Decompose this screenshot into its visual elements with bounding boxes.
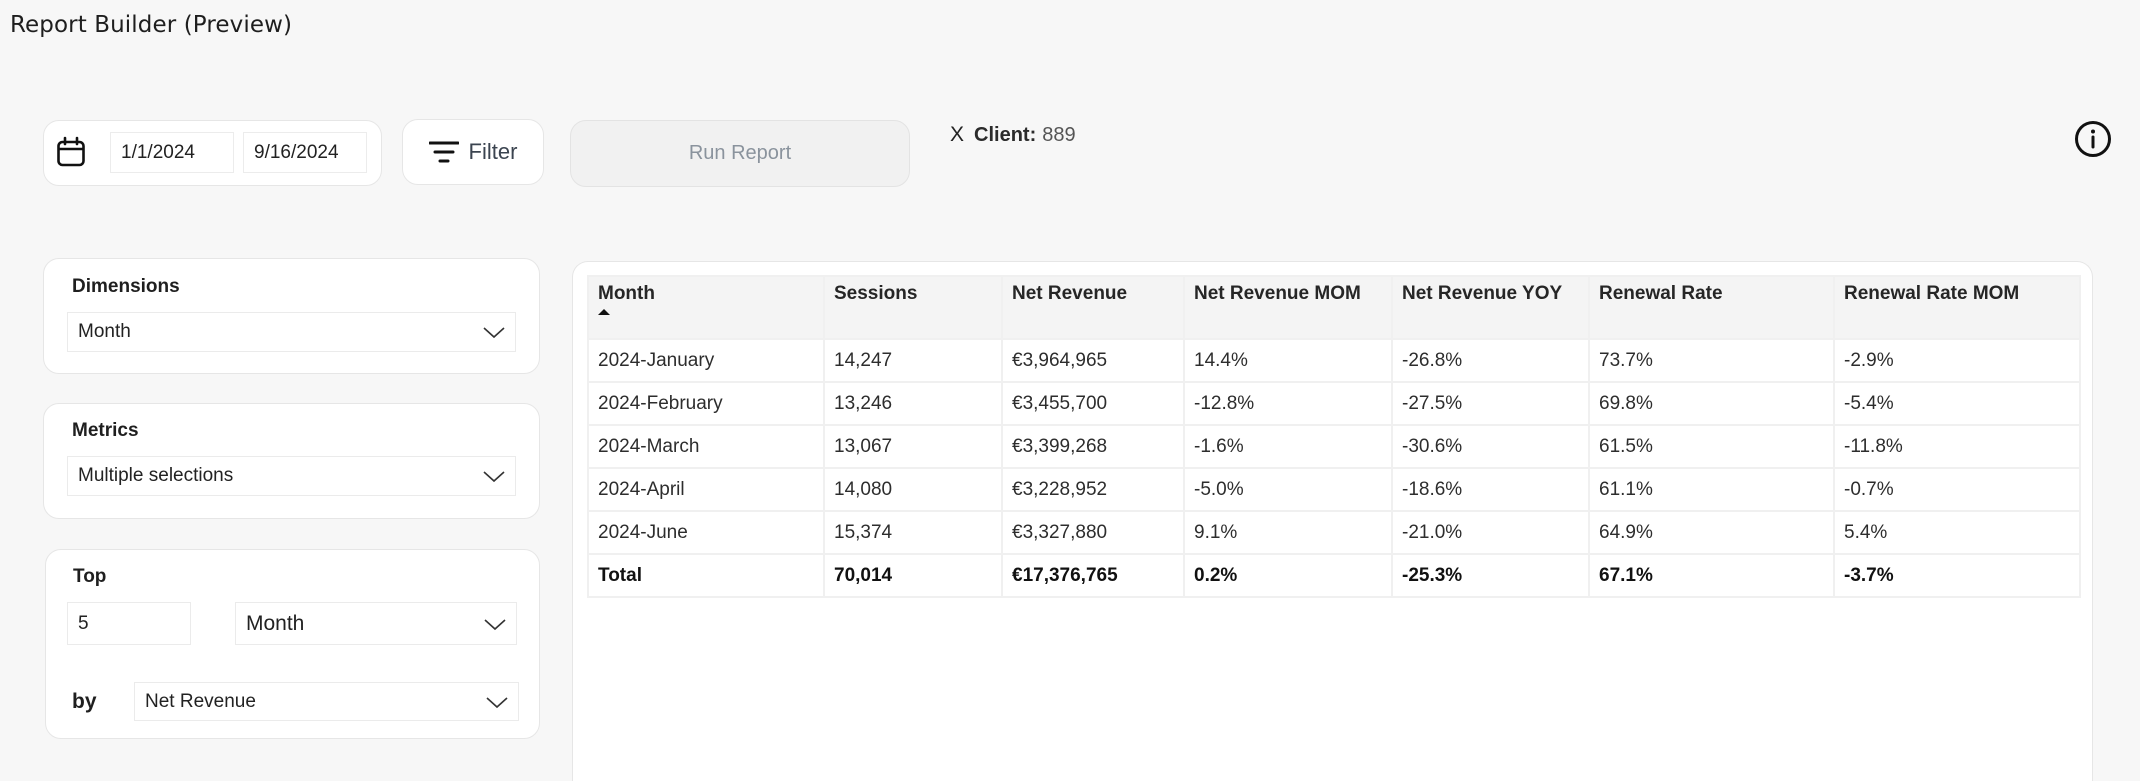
dimensions-selected-value: Month xyxy=(78,321,131,342)
table-row: 2024-February 13,246 €3,455,700 -12.8% -27.5… xyxy=(587,381,2081,426)
table-cell: 9.1% xyxy=(1183,510,1393,555)
filter-icon xyxy=(428,141,459,163)
table-cell: 2024-February xyxy=(587,381,825,426)
table-cell: -27.5% xyxy=(1391,381,1590,426)
filter-label: Filter xyxy=(468,139,518,164)
table-row: 2024-March 13,067 €3,399,268 -1.6% -30.6% 61.… xyxy=(587,424,2081,469)
table-cell: Total xyxy=(587,553,825,598)
client-filter-label: Client: xyxy=(974,123,1037,146)
table-cell: 14.4% xyxy=(1183,338,1393,383)
table-cell: €3,327,880 xyxy=(1001,510,1185,555)
calendar-icon[interactable] xyxy=(56,136,86,168)
table-cell: -25.3% xyxy=(1391,553,1590,598)
table-header-row: Month Sessions Net Revenue Net Revenue M… xyxy=(587,275,2081,340)
table-cell: 69.8% xyxy=(1588,381,1835,426)
table-cell: -11.8% xyxy=(1833,424,2081,469)
column-header-renewal-rate-mom[interactable]: Renewal Rate MOM xyxy=(1833,275,2081,340)
table-cell: -26.8% xyxy=(1391,338,1590,383)
chevron-down-icon xyxy=(486,696,508,708)
client-filter-value: 889 xyxy=(1042,123,1076,146)
table-row: 2024-April 14,080 €3,228,952 -5.0% -18.6% 61.… xyxy=(587,467,2081,512)
table-cell: -3.7% xyxy=(1833,553,2081,598)
table-cell: -2.9% xyxy=(1833,338,2081,383)
table-cell: -5.0% xyxy=(1183,467,1393,512)
table-cell: 13,246 xyxy=(823,381,1003,426)
column-header-month[interactable]: Month xyxy=(587,275,825,340)
filter-button[interactable]: Filter xyxy=(402,119,544,185)
top-label: Top xyxy=(73,566,107,587)
table-cell: €17,376,765 xyxy=(1001,553,1185,598)
top-n-dimension-value: Month xyxy=(246,611,305,635)
remove-client-filter-button[interactable]: X xyxy=(950,123,964,147)
report-table: Month Sessions Net Revenue Net Revenue M… xyxy=(587,275,2081,598)
table-cell: 70,014 xyxy=(823,553,1003,598)
table-cell: 15,374 xyxy=(823,510,1003,555)
column-header-sessions[interactable]: Sessions xyxy=(823,275,1003,340)
top-n-metric-value: Net Revenue xyxy=(145,690,256,712)
client-filter-chip: X Client: 889 xyxy=(950,123,1076,147)
table-cell: 14,080 xyxy=(823,467,1003,512)
table-cell: -18.6% xyxy=(1391,467,1590,512)
end-date-input[interactable] xyxy=(243,132,367,173)
table-cell: -0.7% xyxy=(1833,467,2081,512)
metrics-selected-value: Multiple selections xyxy=(78,465,234,486)
column-header-renewal-rate[interactable]: Renewal Rate xyxy=(1588,275,1835,340)
table-cell: €3,455,700 xyxy=(1001,381,1185,426)
table-cell: €3,399,268 xyxy=(1001,424,1185,469)
start-date-input[interactable] xyxy=(110,132,234,173)
table-cell: €3,964,965 xyxy=(1001,338,1185,383)
dimensions-label: Dimensions xyxy=(72,276,180,297)
metrics-label: Metrics xyxy=(72,420,139,441)
dimensions-select[interactable]: Month xyxy=(67,312,516,352)
table-total-row: Total 70,014 €17,376,765 0.2% -25.3% 67.1% -3.… xyxy=(587,553,2081,598)
page-title: Report Builder (Preview) xyxy=(10,12,293,38)
table-cell: 13,067 xyxy=(823,424,1003,469)
metrics-select[interactable]: Multiple selections xyxy=(67,456,516,496)
column-header-net-revenue-yoy[interactable]: Net Revenue YOY xyxy=(1391,275,1590,340)
sort-ascending-icon xyxy=(598,309,610,315)
table-cell: 61.5% xyxy=(1588,424,1835,469)
top-n-count-input[interactable] xyxy=(67,602,191,645)
top-n-metric-select[interactable]: Net Revenue xyxy=(134,682,519,721)
table-cell: -1.6% xyxy=(1183,424,1393,469)
top-n-dimension-select[interactable]: Month xyxy=(235,602,517,645)
table-cell: 61.1% xyxy=(1588,467,1835,512)
table-cell: 2024-March xyxy=(587,424,825,469)
table-cell: €3,228,952 xyxy=(1001,467,1185,512)
table-cell: 5.4% xyxy=(1833,510,2081,555)
info-icon[interactable] xyxy=(2073,119,2113,159)
table-cell: 2024-June xyxy=(587,510,825,555)
table-cell: 14,247 xyxy=(823,338,1003,383)
table-cell: -30.6% xyxy=(1391,424,1590,469)
table-row: 2024-January 14,247 €3,964,965 14.4% -26.8% 7… xyxy=(587,338,2081,383)
table-cell: 73.7% xyxy=(1588,338,1835,383)
table-cell: -21.0% xyxy=(1391,510,1590,555)
column-header-net-revenue[interactable]: Net Revenue xyxy=(1001,275,1185,340)
table-cell: 67.1% xyxy=(1588,553,1835,598)
table-cell: -5.4% xyxy=(1833,381,2081,426)
table-cell: 0.2% xyxy=(1183,553,1393,598)
chevron-down-icon xyxy=(483,471,505,483)
by-label: by xyxy=(72,690,97,713)
table-cell: 64.9% xyxy=(1588,510,1835,555)
table-cell: 2024-January xyxy=(587,338,825,383)
chevron-down-icon xyxy=(483,327,505,339)
chevron-down-icon xyxy=(484,618,506,630)
run-report-button[interactable]: Run Report xyxy=(570,120,910,187)
table-row: 2024-June 15,374 €3,327,880 9.1% -21.0% 64.9%… xyxy=(587,510,2081,555)
table-cell: 2024-April xyxy=(587,467,825,512)
table-cell: -12.8% xyxy=(1183,381,1393,426)
column-header-net-revenue-mom[interactable]: Net Revenue MOM xyxy=(1183,275,1393,340)
